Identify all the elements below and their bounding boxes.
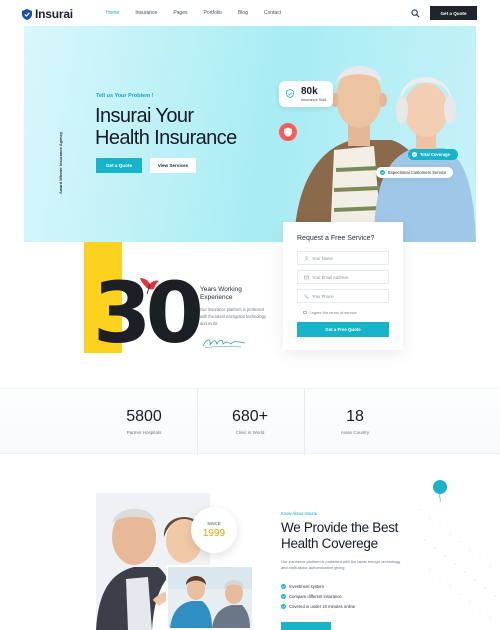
- site-header: Insurai Home Insurance Pages Portfolio B…: [0, 0, 500, 26]
- stat-label: Clinic in World: [235, 430, 265, 435]
- since-badge: SINCE 1999: [191, 507, 237, 553]
- list-item: Compare different insurance: [281, 591, 355, 601]
- about-feature-list: Investment system Compare different insu…: [281, 581, 355, 611]
- email-input[interactable]: [312, 274, 387, 280]
- customer-service-pill: Expectional Customers Service: [376, 167, 454, 178]
- stat-label: Asian Country: [340, 430, 370, 435]
- phone-field[interactable]: [297, 289, 389, 303]
- stat-value: 18: [346, 408, 364, 425]
- checkup-photo: [168, 567, 252, 628]
- customer-service-label: Expectional Customers Service: [388, 170, 447, 175]
- check-circle-icon: [412, 152, 417, 157]
- hand-shield-icon: [286, 89, 294, 99]
- logo-text: Insurai: [35, 7, 73, 21]
- about-cta-button[interactable]: [281, 622, 331, 630]
- list-item: Investment system: [281, 581, 355, 591]
- nav-insurance[interactable]: Insurance: [135, 10, 157, 16]
- feature-label: Investment system: [289, 583, 324, 589]
- feature-label: Covered in under 10 minutes online: [289, 603, 356, 609]
- list-item: Covered in under 10 minutes online: [281, 601, 355, 611]
- insurance-sold-label: Insurance Sold: [301, 98, 327, 102]
- hero-title-line2: Health Insurance: [95, 127, 237, 149]
- hero-title-line1: Insurai Your: [95, 105, 194, 127]
- since-label: SINCE: [207, 521, 221, 526]
- dot-pattern-decoration: [419, 509, 496, 619]
- page: Insurai Home Insurance Pages Portfolio B…: [0, 0, 500, 630]
- nav-blog[interactable]: Blog: [238, 10, 248, 16]
- form-title: Request a Free Service?: [297, 235, 375, 242]
- search-icon[interactable]: [411, 9, 420, 18]
- shield-logo-icon: [22, 8, 32, 20]
- stat-value: 680+: [231, 408, 269, 425]
- main-nav: Home Insurance Pages Portfolio Blog Cont…: [106, 10, 297, 16]
- insurance-sold-number: 80k: [301, 86, 318, 97]
- stats-band: 5800 Partner Hospitals 680+ Clinic in Wo…: [0, 388, 500, 455]
- hero-section: Award Winner Insurance Agency Tell us Yo…: [24, 26, 476, 242]
- check-circle-icon: [281, 603, 286, 609]
- phone-icon: [304, 293, 309, 298]
- check-circle-icon: [380, 170, 385, 175]
- shield-icon: [284, 127, 292, 137]
- about-checkup-image: [166, 565, 254, 630]
- balloon-icon: [433, 480, 447, 502]
- nav-pages[interactable]: Pages: [173, 10, 187, 16]
- stat-countries: 18 Asian Country: [302, 389, 408, 455]
- user-icon: [304, 255, 309, 261]
- feature-label: Compare different insurance: [289, 593, 342, 599]
- phone-input[interactable]: [312, 293, 387, 299]
- terms-checkbox-row[interactable]: I agree the terms of service: [303, 310, 357, 315]
- signature-image: [202, 339, 246, 349]
- hero-title: Insurai Your Health Insurance: [95, 105, 237, 149]
- terms-checkbox[interactable]: [303, 310, 307, 315]
- hero-kicker: Tell us Your Problem !: [96, 93, 154, 99]
- years-title: Years Working Experience: [200, 286, 242, 301]
- stat-value: 5800: [126, 408, 162, 425]
- years-description: Our insurance platform is protected with…: [200, 307, 266, 326]
- stat-clinics: 680+ Clinic in World: [197, 389, 303, 455]
- view-services-button[interactable]: View Services: [150, 158, 196, 173]
- mail-icon: [304, 275, 309, 279]
- stat-label: Partner Hospitals: [126, 430, 162, 435]
- logo[interactable]: Insurai: [22, 7, 73, 21]
- award-vertical-tag: Award Winner Insurance Agency: [58, 131, 63, 194]
- about-kicker: Know About Insurai: [281, 511, 318, 516]
- senior-couple-image: [294, 65, 476, 242]
- total-coverage-pill: Total Coverage: [408, 149, 458, 160]
- bird-icon: [140, 278, 159, 294]
- stat-partner-hospitals: 5800 Partner Hospitals: [91, 389, 197, 455]
- about-description: Our insurance platform is protected with…: [281, 559, 401, 570]
- name-input[interactable]: [312, 255, 387, 261]
- name-field[interactable]: [297, 251, 389, 265]
- since-year: 1999: [202, 528, 226, 539]
- nav-portfolio[interactable]: Portfolio: [204, 10, 222, 16]
- check-circle-icon: [281, 583, 286, 589]
- free-quote-submit-button[interactable]: Get a Free Quote: [297, 322, 389, 337]
- check-circle-icon: [281, 593, 286, 599]
- total-coverage-label: Total Coverage: [420, 152, 450, 157]
- terms-label: I agree the terms of service: [309, 310, 357, 315]
- free-service-form: Request a Free Service? I agree the term…: [283, 222, 403, 350]
- insurance-sold-card: 80k Insurance Sold: [279, 81, 333, 107]
- hero-quote-button[interactable]: Get a Quote: [96, 158, 142, 173]
- header-quote-button[interactable]: Get a Quote: [430, 6, 477, 20]
- nav-home[interactable]: Home: [106, 10, 119, 16]
- nav-contact[interactable]: Contact: [264, 10, 281, 16]
- shield-badge: [279, 123, 297, 141]
- email-field[interactable]: [297, 270, 389, 284]
- about-title: We Provide the Best Health Coverege: [281, 520, 399, 551]
